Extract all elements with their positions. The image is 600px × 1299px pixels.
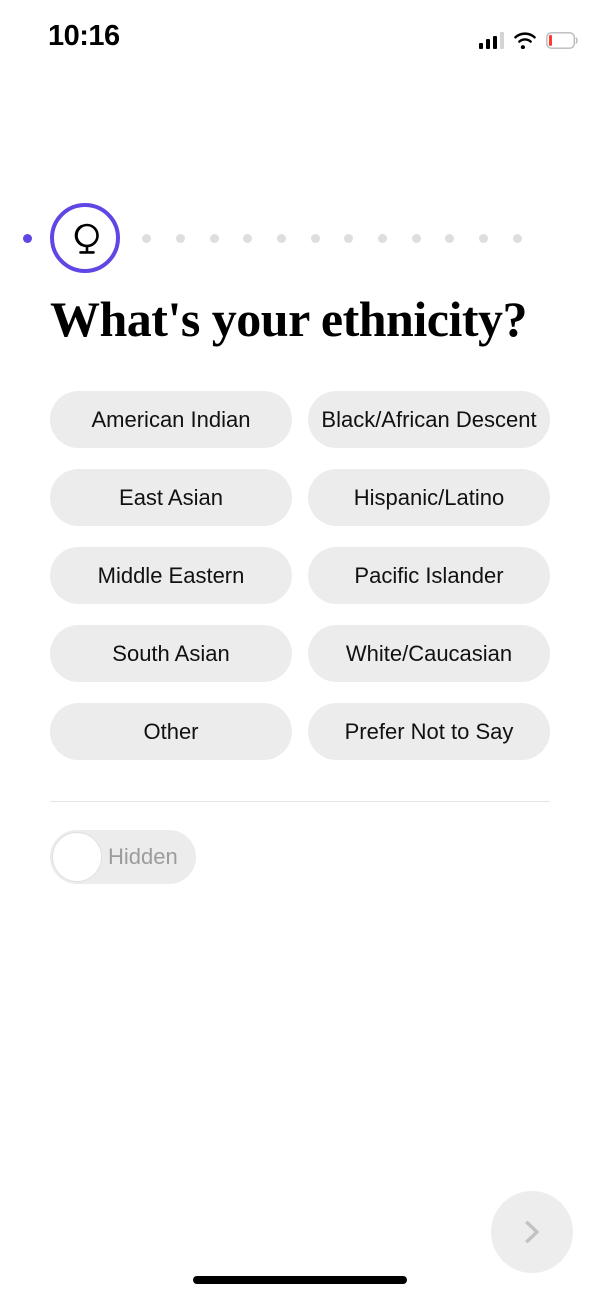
option-pacific-islander[interactable]: Pacific Islander: [308, 547, 550, 604]
option-hispanic-latino[interactable]: Hispanic/Latino: [308, 469, 550, 526]
option-black-african-descent[interactable]: Black/African Descent: [308, 391, 550, 448]
progress-step-active-ethnicity[interactable]: [50, 203, 120, 273]
next-button[interactable]: [491, 1191, 573, 1273]
page-title: What's your ethnicity?: [50, 291, 528, 347]
progress-dot: [412, 234, 421, 243]
option-middle-eastern[interactable]: Middle Eastern: [50, 547, 292, 604]
wifi-icon: [513, 31, 537, 49]
progress-dot: [513, 234, 522, 243]
hidden-toggle[interactable]: Hidden: [50, 830, 196, 884]
progress-dot: [311, 234, 320, 243]
chevron-right-icon: [517, 1217, 547, 1247]
section-divider: [50, 801, 550, 802]
progress-dot: [243, 234, 252, 243]
hidden-toggle-label: Hidden: [108, 844, 178, 869]
home-indicator: [193, 1276, 407, 1284]
progress-dot: [176, 234, 185, 243]
option-white-caucasian[interactable]: White/Caucasian: [308, 625, 550, 682]
progress-dot: [378, 234, 387, 243]
option-prefer-not-to-say[interactable]: Prefer Not to Say: [308, 703, 550, 760]
progress-dot: [344, 234, 353, 243]
status-bar-time: 10:16: [48, 20, 120, 52]
status-bar: 10:16: [0, 0, 600, 64]
option-south-asian[interactable]: South Asian: [50, 625, 292, 682]
ethnicity-options: American Indian Black/African Descent Ea…: [50, 391, 550, 760]
cellular-bars-icon: [478, 32, 504, 49]
progress-dot-completed: [23, 234, 32, 243]
onboarding-screen: 10:16 What's your ethnicity? American In…: [0, 0, 600, 1299]
progress-dot: [445, 234, 454, 243]
progress-steps: [0, 203, 600, 273]
toggle-knob: [52, 832, 102, 882]
battery-low-icon: [546, 32, 578, 49]
globe-icon: [65, 218, 105, 258]
progress-dot: [210, 234, 219, 243]
option-american-indian[interactable]: American Indian: [50, 391, 292, 448]
progress-dot: [479, 234, 488, 243]
option-other[interactable]: Other: [50, 703, 292, 760]
progress-dot: [277, 234, 286, 243]
progress-dot: [142, 234, 151, 243]
status-bar-icons: [478, 27, 579, 49]
option-east-asian[interactable]: East Asian: [50, 469, 292, 526]
